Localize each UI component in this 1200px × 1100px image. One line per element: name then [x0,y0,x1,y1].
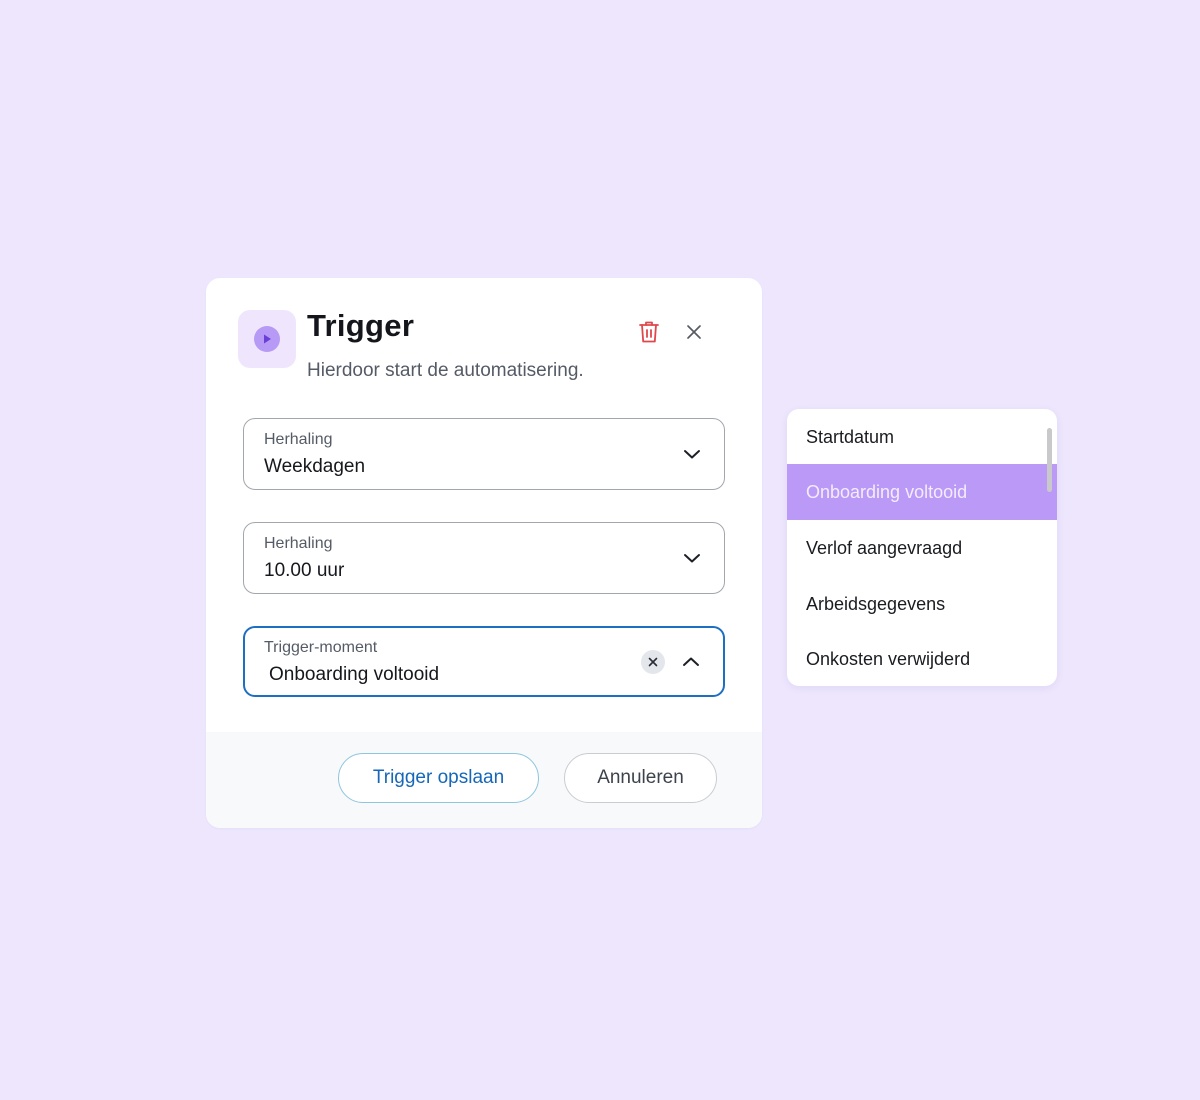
field-value: Onboarding voltooid [269,664,440,685]
trigger-badge [238,310,296,368]
trigger-dialog: Trigger Hierdoor start de automatisering… [206,278,762,828]
save-trigger-button[interactable]: Trigger opslaan [338,753,539,803]
dropdown-option[interactable]: Onkosten verwijderd [787,631,1057,686]
field-value: 10.00 uur [264,560,345,581]
trigger-moment-select[interactable]: Trigger-moment Onboarding voltooid [243,626,725,697]
play-icon [254,326,280,352]
dialog-subtitle: Hierdoor start de automatisering. [307,360,584,381]
clear-icon[interactable] [641,650,665,674]
field-label: Herhaling [264,535,333,552]
dropdown-option[interactable]: Verlof aangevraagd [787,520,1057,576]
dialog-title: Trigger [307,308,415,343]
dropdown-option[interactable]: Arbeidsgegevens [787,576,1057,632]
herhaling-select-1[interactable]: Herhaling Weekdagen [243,418,725,490]
cancel-button[interactable]: Annuleren [564,753,717,803]
close-icon[interactable] [682,320,706,344]
chevron-down-icon[interactable] [682,444,702,464]
chevron-down-icon[interactable] [682,548,702,568]
dialog-footer: Trigger opslaan Annuleren [206,732,762,828]
trigger-moment-dropdown: Startdatum Onboarding voltooid Verlof aa… [787,409,1057,686]
trash-icon[interactable] [636,319,662,345]
herhaling-select-2[interactable]: Herhaling 10.00 uur [243,522,725,594]
dropdown-option[interactable]: Startdatum [787,409,1057,465]
field-value: Weekdagen [264,456,366,477]
dropdown-scrollbar[interactable] [1047,428,1052,492]
dropdown-option-selected[interactable]: Onboarding voltooid [787,464,1057,520]
field-label: Trigger-moment [264,639,378,656]
field-label: Herhaling [264,431,333,448]
chevron-up-icon[interactable] [681,652,701,672]
